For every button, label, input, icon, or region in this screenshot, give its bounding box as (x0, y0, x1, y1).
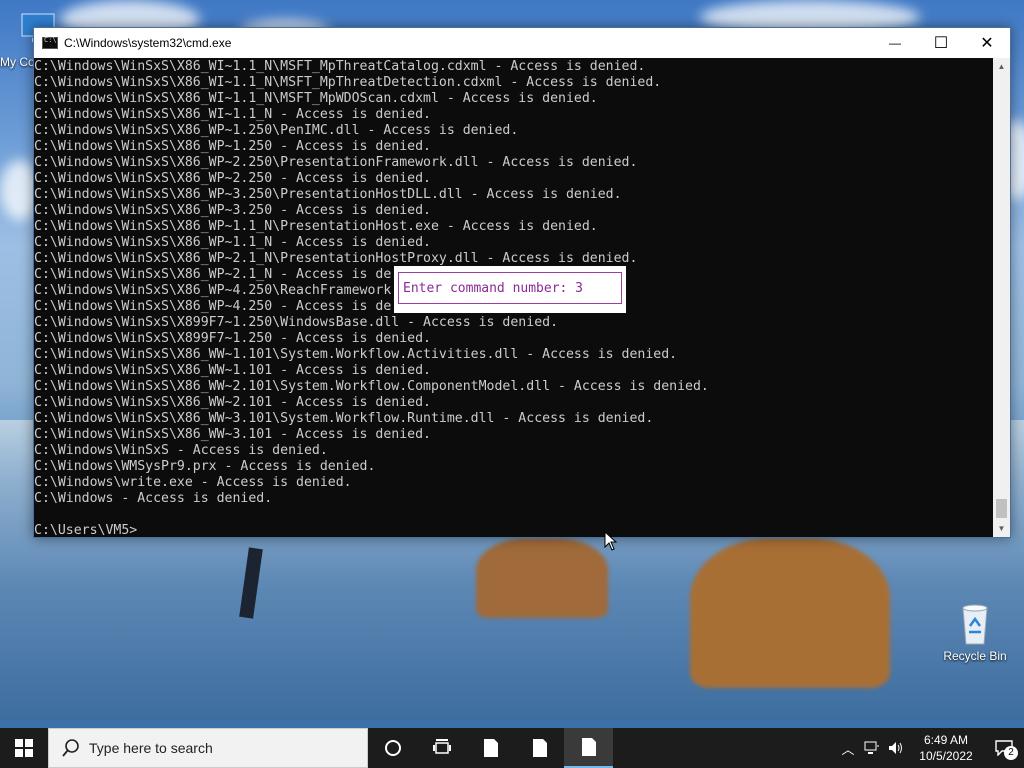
console-line: C:\Windows\WinSxS\X86_WP~1.250 - Access … (34, 139, 431, 154)
console-line: C:\Windows\WinSxS\X86_WI~1.1_N - Access … (34, 107, 431, 122)
network-button[interactable] (860, 728, 884, 768)
console-line: C:\Windows\WinSxS\X86_WI~1.1_N\MSFT_MpWD… (34, 91, 598, 106)
taskbar-app-document-2[interactable] (515, 728, 564, 768)
console-line: C:\Windows\WinSxS\X86_WW~3.101\System.Wo… (34, 411, 654, 426)
console-line: C:\Users\VM5> (34, 523, 138, 537)
taskbar-app-document-3[interactable] (564, 728, 613, 768)
desktop-icon-label: Recycle Bin (943, 649, 1007, 663)
console-line: C:\Windows\WinSxS\X899F7~1.250\WindowsBa… (34, 315, 559, 330)
clock-time: 6:49 AM (923, 733, 969, 747)
minimize-button[interactable]: — (872, 28, 918, 58)
taskbar-search-box[interactable]: Type here to search (48, 728, 368, 768)
console-line: C:\Windows\WinSxS\X86_WP~1.1_N - Access … (34, 235, 431, 250)
console-line: C:\Windows\WinSxS\X86_WP~1.1_N\Presentat… (34, 219, 598, 234)
close-icon: ✕ (980, 35, 994, 52)
clock-date: 10/5/2022 (919, 749, 973, 763)
volume-icon (889, 742, 902, 754)
show-hidden-icons-button[interactable]: ︿ (836, 728, 860, 768)
console-line: C:\Windows\WinSxS\X86_WP~2.250\Presentat… (34, 155, 638, 170)
minimize-icon: — (889, 36, 901, 50)
vertical-scrollbar[interactable]: ▲ ▼ (993, 58, 1010, 537)
command-number-popup[interactable]: Enter command number: 3 (394, 266, 626, 313)
console-line: C:\Windows\WMSysPr9.prx - Access is deni… (34, 459, 376, 474)
console-line: C:\Windows\WinSxS\X86_WP~2.250 - Access … (34, 171, 431, 186)
mouse-cursor-icon (604, 530, 618, 556)
console-line: C:\Windows\WinSxS - Access is denied. (34, 443, 328, 458)
cmd-icon (42, 36, 58, 49)
chevron-up-icon: ▲ (997, 62, 1006, 71)
task-view-button[interactable] (417, 728, 466, 768)
window-title: C:\Windows\system32\cmd.exe (64, 36, 232, 50)
console-line: C:\Windows\WinSxS\X86_WP~3.250\Presentat… (34, 187, 622, 202)
document-icon (532, 739, 547, 757)
console-line: C:\Windows\WinSxS\X86_WW~2.101 - Access … (34, 395, 431, 410)
console-line: C:\Windows\WinSxS\X86_WW~1.101 - Access … (34, 363, 431, 378)
taskbar: Type here to search ︿ 6:49 AM 10/5/2022 … (0, 728, 1024, 768)
console-line: C:\Windows\WinSxS\X86_WW~3.101 - Access … (34, 427, 431, 442)
recycle-bin-icon (955, 602, 995, 646)
cortana-button[interactable] (368, 728, 417, 768)
console-line: C:\Windows\WinSxS\X86_WP~2.1_N\Presentat… (34, 251, 638, 266)
desktop-icon-recycle-bin[interactable]: Recycle Bin (937, 602, 1013, 663)
maximize-icon: ☐ (933, 35, 949, 52)
system-tray: ︿ 6:49 AM 10/5/2022 2 (836, 728, 1024, 768)
console-line: C:\Windows\write.exe - Access is denied. (34, 475, 352, 490)
search-placeholder: Type here to search (89, 740, 213, 756)
console-line: C:\Windows\WinSxS\X86_WW~2.101\System.Wo… (34, 379, 709, 394)
rock-reflection (690, 538, 890, 688)
console-line: C:\Windows\WinSxS\X899F7~1.250 - Access … (34, 331, 431, 346)
action-center-button[interactable]: 2 (984, 728, 1024, 768)
network-icon (864, 741, 879, 754)
scroll-up-button[interactable]: ▲ (993, 58, 1010, 75)
close-button[interactable]: ✕ (964, 28, 1010, 58)
cortana-circle-icon (384, 740, 401, 756)
document-icon (581, 738, 596, 756)
maximize-button[interactable]: ☐ (918, 28, 964, 58)
taskbar-app-document-1[interactable] (466, 728, 515, 768)
task-view-icon (432, 739, 451, 754)
rock-reflection (476, 538, 608, 618)
clock[interactable]: 6:49 AM 10/5/2022 (908, 732, 984, 764)
console-line: C:\Windows\WinSxS\X86_WI~1.1_N\MSFT_MpTh… (34, 59, 646, 74)
start-button[interactable] (0, 728, 48, 768)
console-line: C:\Windows\WinSxS\X86_WI~1.1_N\MSFT_MpTh… (34, 75, 662, 90)
console-line: C:\Windows\WinSxS\X86_WP~3.250 - Access … (34, 203, 431, 218)
title-bar[interactable]: C:\Windows\system32\cmd.exe — ☐ ✕ (34, 28, 1010, 58)
console-line: C:\Windows\WinSxS\X86_WW~1.101\System.Wo… (34, 347, 678, 362)
notification-count-badge: 2 (1004, 746, 1018, 760)
scroll-down-button[interactable]: ▼ (993, 520, 1010, 537)
document-icon (483, 739, 498, 757)
console-line: C:\Windows - Access is denied. (34, 491, 273, 506)
console-line: C:\Windows\WinSxS\X86_WP~1.250\PenIMC.dl… (34, 123, 519, 138)
chevron-down-icon: ▼ (997, 524, 1006, 533)
volume-button[interactable] (884, 728, 908, 768)
search-icon (61, 738, 81, 758)
command-number-input[interactable]: Enter command number: 3 (398, 272, 622, 304)
scroll-thumb[interactable] (996, 499, 1007, 518)
chevron-up-icon: ︿ (841, 741, 855, 757)
windows-logo-icon (15, 739, 33, 757)
